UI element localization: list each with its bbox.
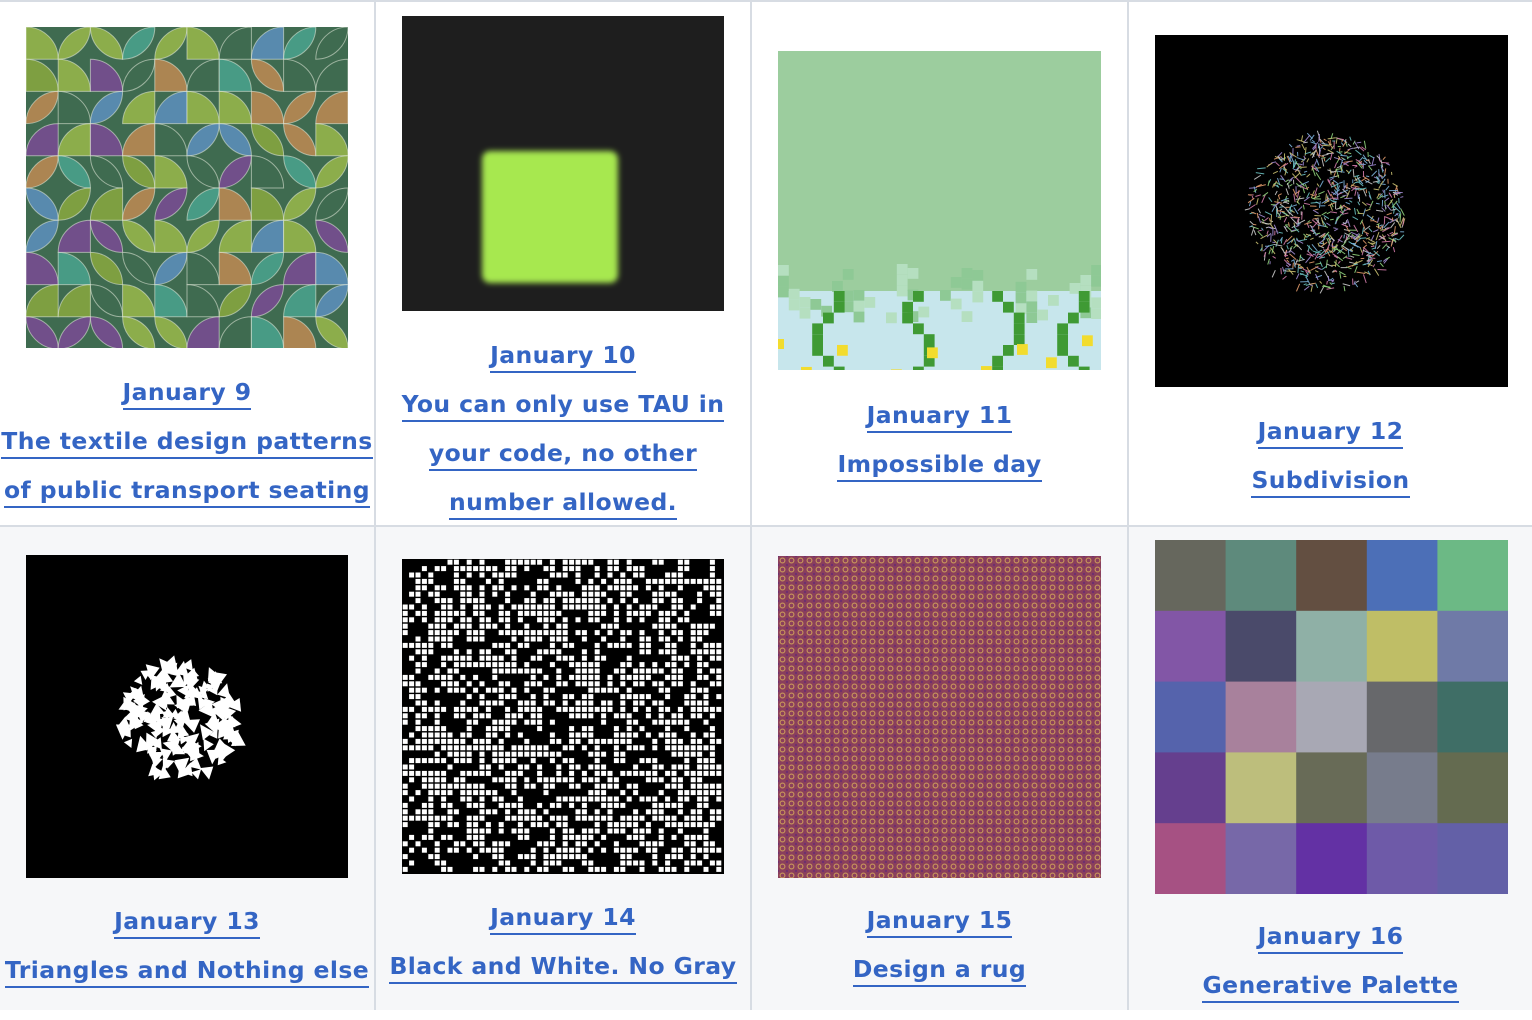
subdivision-thumbnail[interactable] bbox=[1155, 35, 1508, 387]
title-link-line[interactable]: Subdivision bbox=[1251, 466, 1409, 498]
gallery-grid: January 9 The textile design patterns of… bbox=[0, 0, 1532, 1010]
black-white-grid-image bbox=[402, 559, 724, 874]
card-caption: January 14 Black and White. No Gray bbox=[376, 903, 750, 1001]
date-link[interactable]: January 13 bbox=[114, 907, 260, 939]
green-square-thumbnail[interactable] bbox=[402, 16, 724, 311]
date-link[interactable]: January 15 bbox=[867, 906, 1013, 938]
card-caption: January 16 Generative Palette bbox=[1129, 922, 1532, 1020]
palette-grid-image bbox=[1155, 540, 1508, 894]
gallery-card: January 10 You can only use TAU in your … bbox=[376, 0, 752, 527]
card-caption: January 13 Triangles and Nothing else bbox=[0, 907, 374, 1005]
title-link-line[interactable]: The textile design patterns bbox=[1, 427, 372, 459]
title-link-line[interactable]: Generative Palette bbox=[1202, 971, 1458, 1003]
pixel-garden-image bbox=[778, 51, 1101, 370]
gallery-card: January 13 Triangles and Nothing else bbox=[0, 527, 376, 1010]
date-link[interactable]: January 9 bbox=[123, 378, 252, 410]
title-link-line[interactable]: You can only use TAU in bbox=[402, 390, 725, 422]
card-caption: January 15 Design a rug bbox=[752, 906, 1127, 1004]
gallery-card: January 12 Subdivision bbox=[1129, 0, 1532, 527]
triangles-thumbnail[interactable] bbox=[26, 555, 348, 878]
card-caption: January 9 The textile design patterns of… bbox=[0, 378, 374, 525]
title-link-line[interactable]: Triangles and Nothing else bbox=[5, 956, 369, 988]
gallery-card: January 9 The textile design patterns of… bbox=[0, 0, 376, 527]
date-link[interactable]: January 11 bbox=[867, 401, 1013, 433]
gallery-card: January 15 Design a rug bbox=[752, 527, 1129, 1010]
card-caption: January 12 Subdivision bbox=[1129, 417, 1532, 515]
pixel-garden-thumbnail[interactable] bbox=[778, 51, 1101, 370]
title-link-line[interactable]: your code, no other bbox=[429, 439, 697, 471]
date-link[interactable]: January 14 bbox=[490, 903, 636, 935]
gallery-card: January 14 Black and White. No Gray bbox=[376, 527, 752, 1010]
black-white-thumbnail[interactable] bbox=[402, 559, 724, 874]
textile-pattern-thumbnail[interactable] bbox=[26, 27, 348, 348]
date-link[interactable]: January 10 bbox=[490, 341, 636, 373]
rug-thumbnail[interactable] bbox=[778, 556, 1101, 878]
textile-pattern-image bbox=[26, 27, 348, 348]
gallery-card: January 11 Impossible day bbox=[752, 0, 1129, 527]
subdivision-blob-image bbox=[1155, 35, 1508, 387]
rug-pattern-image bbox=[778, 556, 1101, 878]
title-link-line[interactable]: of public transport seating bbox=[4, 476, 370, 508]
blurred-green-square-image bbox=[402, 16, 724, 311]
date-link[interactable]: January 16 bbox=[1258, 922, 1404, 954]
title-link-line[interactable]: Design a rug bbox=[853, 955, 1026, 987]
card-caption: January 10 You can only use TAU in your … bbox=[376, 341, 750, 537]
card-caption: January 11 Impossible day bbox=[752, 401, 1127, 499]
palette-thumbnail[interactable] bbox=[1155, 540, 1508, 894]
title-link-line[interactable]: Impossible day bbox=[837, 450, 1041, 482]
gallery-card: January 16 Generative Palette bbox=[1129, 527, 1532, 1010]
title-link-line[interactable]: Black and White. No Gray bbox=[389, 952, 736, 984]
title-link-line[interactable]: number allowed. bbox=[449, 488, 677, 520]
date-link[interactable]: January 12 bbox=[1258, 417, 1404, 449]
white-triangles-image bbox=[26, 555, 348, 878]
